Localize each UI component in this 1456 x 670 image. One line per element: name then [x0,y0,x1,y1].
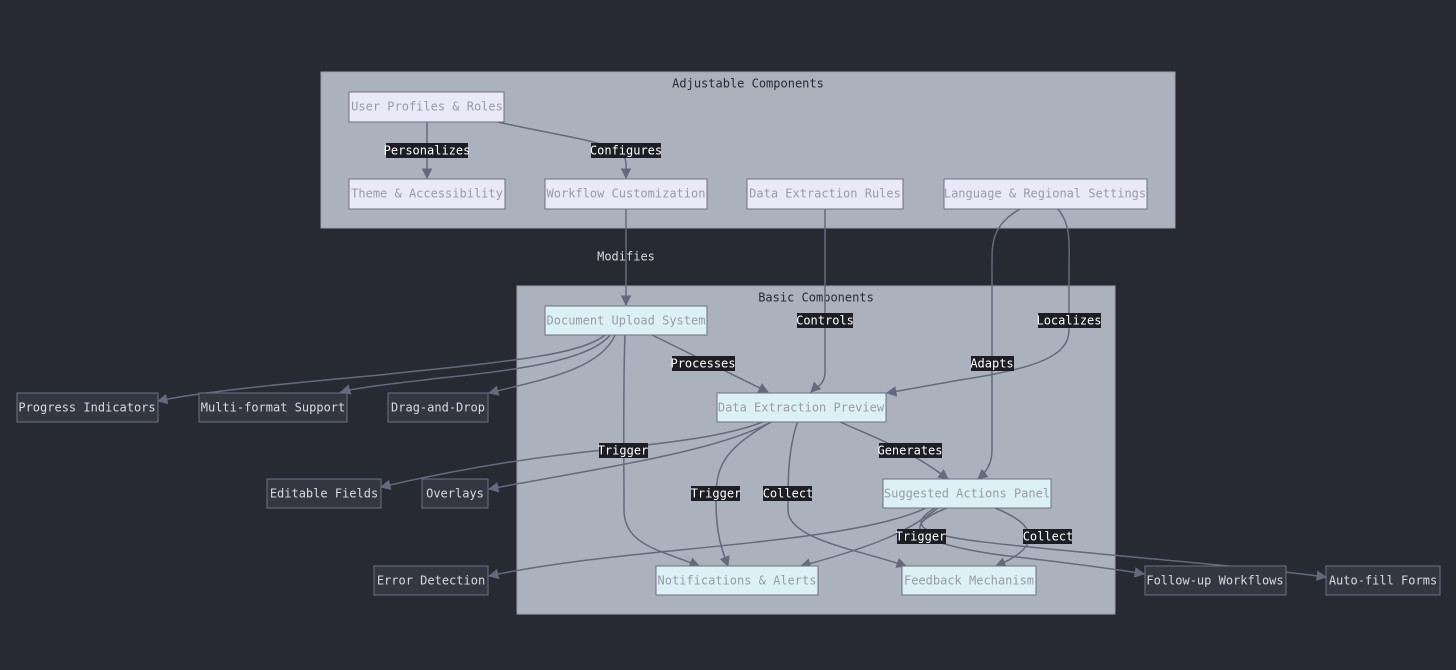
svg-text:Document Upload System: Document Upload System [547,314,706,328]
svg-text:Collect: Collect [763,487,814,501]
node-suggested-actions-panel[interactable]: Suggested Actions Panel [882,478,1052,509]
svg-text:Generates: Generates [877,444,942,458]
node-progress-indicators[interactable]: Progress Indicators [16,392,159,423]
edge-label-adapts: Adapts [970,356,1014,371]
svg-text:Drag-and-Drop: Drag-and-Drop [391,401,485,415]
svg-text:Overlays: Overlays [426,487,484,501]
svg-text:Auto-fill Forms: Auto-fill Forms [1329,574,1437,588]
node-workflow-customization[interactable]: Workflow Customization [544,178,708,210]
svg-text:Editable Fields: Editable Fields [270,487,378,501]
svg-text:Theme & Accessibility: Theme & Accessibility [351,187,503,201]
node-feedback-mechanism[interactable]: Feedback Mechanism [901,565,1037,596]
svg-text:Data Extraction Preview: Data Extraction Preview [718,401,885,415]
node-notifications-alerts[interactable]: Notifications & Alerts [655,565,819,596]
edge-label-trigger-actions: Trigger [896,529,947,544]
svg-text:Trigger: Trigger [598,444,649,458]
edge-label-processes: Processes [670,356,736,371]
svg-text:User Profiles & Roles: User Profiles & Roles [351,100,503,114]
svg-text:Trigger: Trigger [896,530,947,544]
edge-label-controls: Controls [796,313,854,328]
svg-text:Localizes: Localizes [1036,314,1101,328]
cluster-title-basic: Basic Components [758,291,874,305]
node-editable-fields[interactable]: Editable Fields [266,478,382,509]
svg-text:Collect: Collect [1023,530,1074,544]
diagram-canvas: Adjustable Components Basic Components P… [16,71,1441,615]
edge-label-trigger-upload: Trigger [598,443,649,458]
cluster-title-adjustable: Adjustable Components [672,77,824,91]
svg-text:Follow-up Workflows: Follow-up Workflows [1146,574,1283,588]
svg-text:Workflow Customization: Workflow Customization [547,187,706,201]
node-data-extraction-preview[interactable]: Data Extraction Preview [716,392,887,423]
svg-text:Feedback Mechanism: Feedback Mechanism [904,574,1034,588]
edge-label-collect-actions: Collect [1023,529,1074,544]
node-theme-accessibility[interactable]: Theme & Accessibility [348,178,506,210]
svg-text:Personalizes: Personalizes [384,144,471,158]
edge-label-trigger-preview: Trigger [691,486,742,501]
svg-text:Error Detection: Error Detection [377,574,485,588]
svg-text:Suggested Actions Panel: Suggested Actions Panel [884,487,1050,501]
node-multi-format-support[interactable]: Multi-format Support [198,392,348,423]
svg-text:Processes: Processes [670,357,735,371]
edge-label-collect-preview: Collect [763,486,814,501]
svg-text:Trigger: Trigger [691,487,742,501]
flowchart: Adjustable Components Basic Components P… [0,0,1456,670]
svg-text:Data Extraction Rules: Data Extraction Rules [749,187,901,201]
edge-label-configures: Configures [590,143,662,158]
node-drag-and-drop[interactable]: Drag-and-Drop [387,392,489,423]
node-auto-fill-forms[interactable]: Auto-fill Forms [1325,565,1441,596]
node-document-upload-system[interactable]: Document Upload System [544,305,708,336]
edge-label-personalizes: Personalizes [384,143,471,158]
node-language-regional-settings[interactable]: Language & Regional Settings [943,178,1148,210]
node-overlays[interactable]: Overlays [421,478,489,509]
svg-text:Adapts: Adapts [970,357,1013,371]
node-error-detection[interactable]: Error Detection [373,565,489,596]
svg-text:Notifications & Alerts: Notifications & Alerts [658,574,817,588]
edge-label-modifies: Modifies [597,250,655,264]
svg-text:Modifies: Modifies [597,250,655,264]
svg-text:Controls: Controls [796,314,854,328]
edge-label-localizes: Localizes [1036,313,1102,328]
svg-text:Progress Indicators: Progress Indicators [18,401,155,415]
svg-text:Language & Regional Settings: Language & Regional Settings [944,187,1146,201]
node-user-profiles-roles[interactable]: User Profiles & Roles [348,91,505,123]
svg-text:Configures: Configures [590,144,662,158]
node-data-extraction-rules[interactable]: Data Extraction Rules [746,178,904,210]
node-follow-up-workflows[interactable]: Follow-up Workflows [1144,565,1287,596]
svg-text:Multi-format Support: Multi-format Support [201,401,346,415]
edge-label-generates: Generates [877,443,943,458]
